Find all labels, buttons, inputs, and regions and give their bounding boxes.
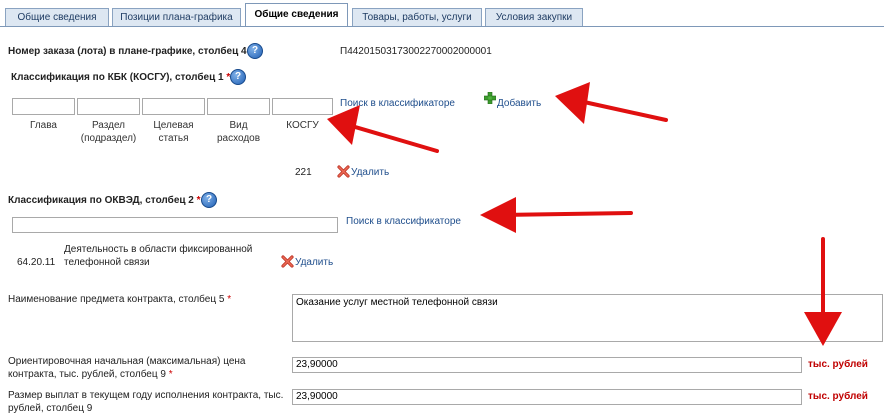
kbk-column-chapter: Глава [29,120,57,131]
kbk-label: Классификация по КБК (КОСГУ), столбец 1 … [11,72,230,83]
kbk-column-expense-type: Вид расходов [216,120,261,144]
subject-label: Наименование предмета контракта, столбец… [8,294,231,305]
tab-general-info-1[interactable]: Общие сведения [5,8,109,26]
tab-purchase-conditions[interactable]: Условия закупки [485,8,583,26]
help-icon[interactable]: ? [201,192,217,208]
tab-general-info-active[interactable]: Общие сведения [245,3,348,27]
kbk-entry-value: 221 [295,167,312,178]
okved-delete-link[interactable]: Удалить [295,257,333,268]
kbk-label-text: Классификация по КБК (КОСГУ), столбец 1 [11,72,224,83]
kbk-add-link[interactable]: Добавить [497,98,541,109]
payment-unit: тыс. рублей [808,391,868,402]
price-unit: тыс. рублей [808,359,868,370]
payment-label: Размер выплат в текущем году исполнения … [8,390,284,414]
add-icon[interactable] [484,92,496,104]
okved-search-link[interactable]: Поиск в классификаторе [346,216,461,227]
arrow-to-add [555,82,668,124]
kbk-chapter-input[interactable] [12,98,75,115]
order-number-value: П44201503173002270002000001 [340,46,492,57]
kbk-kosgu-input[interactable] [272,98,333,115]
price-input[interactable]: 23,90000 [292,357,802,373]
help-icon[interactable]: ? [230,69,246,85]
tab-goods-works-services[interactable]: Товары, работы, услуги [352,8,482,26]
delete-icon[interactable] [337,165,350,178]
required-mark: * [196,195,201,206]
kbk-section-input[interactable] [77,98,140,115]
subject-textarea[interactable]: Оказание услуг местной телефонной связи [292,294,883,342]
order-number-label: Номер заказа (лота) в плане-графике, сто… [8,46,247,57]
kbk-column-section: Раздел (подраздел) [80,120,137,144]
arrow-to-okved-search [480,197,633,233]
okved-description: Деятельность в области фиксированной тел… [64,244,253,268]
kbk-column-kosgu: КОСГУ [286,120,319,131]
okved-label: Классификация по ОКВЭД, столбец 2 * [8,195,201,206]
annotation-arrows [327,82,842,346]
kbk-target-article-input[interactable] [142,98,205,115]
payment-input[interactable]: 23,90000 [292,389,802,405]
price-label-text: Ориентировочная начальная (максимальная)… [8,356,246,380]
subject-label-text: Наименование предмета контракта, столбец… [8,294,225,305]
delete-icon[interactable] [281,255,294,268]
tab-plan-positions[interactable]: Позиции плана-графика [112,8,241,26]
kbk-column-target-article: Целевая статья [153,120,194,144]
okved-code: 64.20.11 [17,257,56,268]
arrow-to-kosgu [327,105,439,153]
kbk-search-link[interactable]: Поиск в классификаторе [340,98,455,109]
tab-bar-divider [0,26,884,27]
price-label: Ориентировочная начальная (максимальная)… [8,355,288,381]
kbk-expense-type-input[interactable] [207,98,270,115]
help-icon[interactable]: ? [247,43,263,59]
required-mark: * [227,294,232,305]
tab-bar: Общие сведения Позиции плана-графика Общ… [0,0,884,28]
okved-label-text: Классификация по ОКВЭД, столбец 2 [8,195,194,206]
okved-input[interactable] [12,217,338,233]
required-mark: * [168,369,173,380]
kbk-delete-link[interactable]: Удалить [351,167,389,178]
